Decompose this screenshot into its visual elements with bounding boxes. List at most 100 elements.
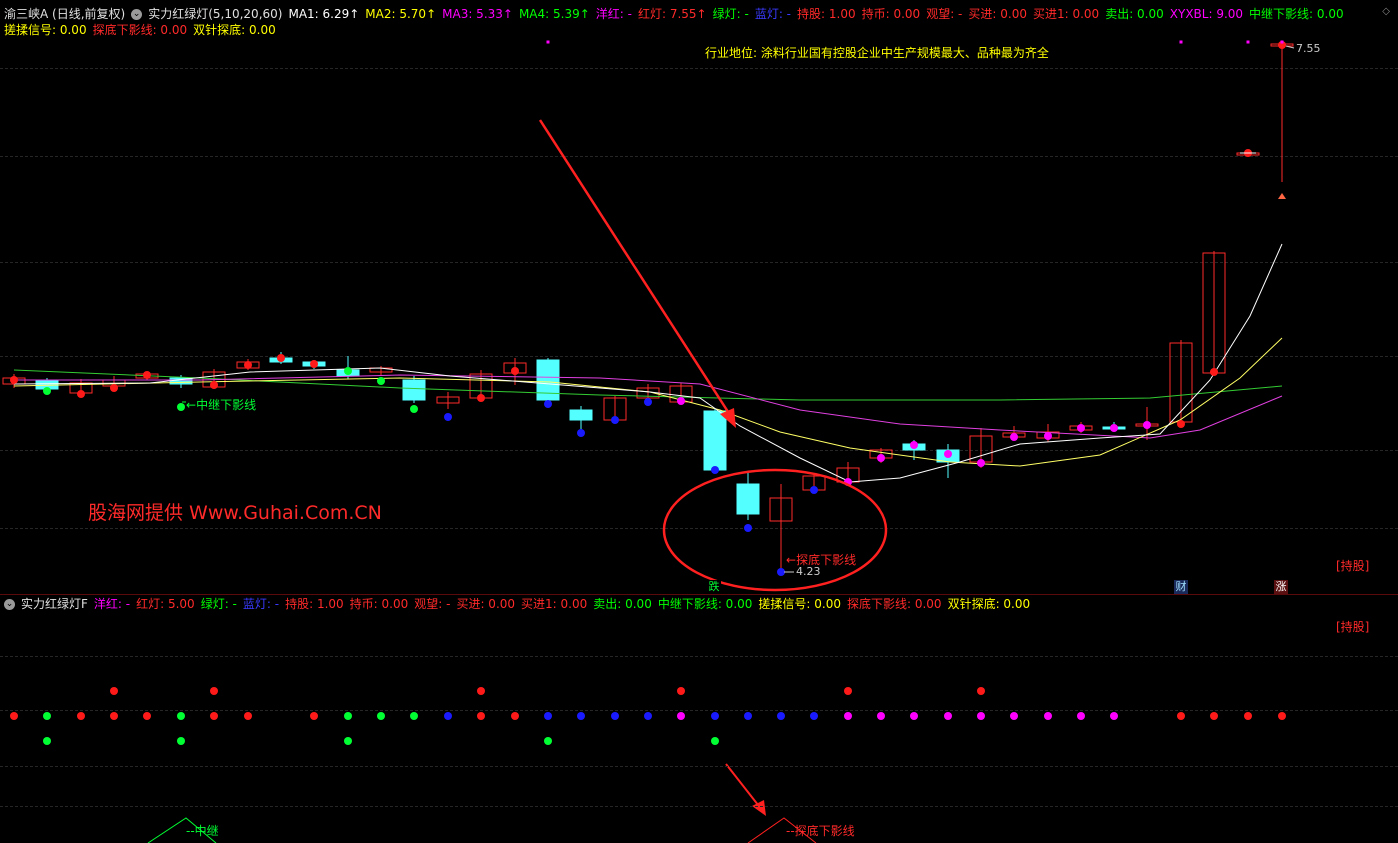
sub-value-0: 洋红: -	[93, 597, 131, 611]
blue-signal-dot	[810, 486, 818, 494]
candle-body	[703, 410, 727, 471]
magenta-signal-dot	[910, 441, 918, 449]
sub-mid-dot	[611, 712, 619, 720]
sub-mid-dot	[1044, 712, 1052, 720]
sub-value-7: 买进: 0.00	[456, 597, 516, 611]
sub-top-dot	[677, 687, 685, 695]
sub-low-dot	[711, 737, 719, 745]
sub-mid-dot	[810, 712, 818, 720]
magenta-signal-dot	[1110, 424, 1118, 432]
sub-low-dot	[344, 737, 352, 745]
chevron-down-icon[interactable]: ⌄	[4, 599, 15, 610]
magenta-signal-dot	[1044, 432, 1052, 440]
blue-signal-dot	[711, 466, 719, 474]
candle-body	[402, 379, 426, 401]
candle-body	[536, 359, 560, 401]
sub-top-dot	[477, 687, 485, 695]
red-signal-dot	[1177, 420, 1185, 428]
sub-mid-dot	[377, 712, 385, 720]
die-marker[interactable]: 跌	[707, 580, 721, 594]
magenta-signal-dot	[1010, 433, 1018, 441]
green-signal-dot	[410, 405, 418, 413]
sub-low-dot	[43, 737, 51, 745]
magenta-signal-dot	[977, 459, 985, 467]
sub-mid-dot	[877, 712, 885, 720]
sub-pane-title[interactable]: 实力红绿灯F	[21, 597, 88, 611]
sub-mid-dot	[344, 712, 352, 720]
relay-annotation: ←中继下影线	[186, 398, 257, 412]
magenta-signal-dot	[1143, 421, 1151, 429]
sub-value-4: 持股: 1.00	[285, 597, 344, 611]
sub-value-13: 双针探底: 0.00	[947, 597, 1031, 611]
sub-top-dot	[210, 687, 218, 695]
industry-note: 行业地位: 涂料行业国有控股企业中生产规模最大、品种最为齐全	[705, 46, 1049, 60]
sub-mid-dot	[477, 712, 485, 720]
cai-marker[interactable]: 财	[1174, 580, 1188, 594]
sub-mid-dot	[444, 712, 452, 720]
sub-arrow-head-icon	[752, 800, 766, 816]
green-signal-dot	[377, 377, 385, 385]
sub-mid-dot	[1010, 712, 1018, 720]
sub-holding-badge: [持股]	[1336, 620, 1370, 634]
candle-body	[736, 483, 760, 515]
sub-relay-label: --中继	[186, 824, 219, 838]
sub-mid-dot	[677, 712, 685, 720]
sub-value-9: 卖出: 0.00	[593, 597, 652, 611]
grid-line	[0, 806, 1398, 807]
sub-value-1: 红灯: 5.00	[136, 597, 195, 611]
red-signal-dot	[1210, 368, 1218, 376]
sub-mid-dot	[544, 712, 552, 720]
high-price-label: 7.55	[1296, 42, 1321, 55]
red-signal-dot	[244, 361, 252, 369]
sub-value-11: 搓揉信号: 0.00	[758, 597, 841, 611]
red-signal-dot	[310, 360, 318, 368]
bottom-annotation: ←探底下影线	[786, 553, 857, 567]
ma1-line	[13, 243, 1283, 483]
sub-mid-dot	[644, 712, 652, 720]
grid-line	[0, 710, 1398, 711]
top-marker	[546, 40, 550, 44]
sub-mid-dot	[1110, 712, 1118, 720]
sub-mid-dot	[1077, 712, 1085, 720]
sub-mid-dot	[1177, 712, 1185, 720]
watermark-text: 股海网提供 Www.Guhai.Com.CN	[88, 502, 382, 524]
blue-signal-dot	[577, 429, 585, 437]
grid-line	[0, 766, 1398, 767]
sub-annotation-arrow	[725, 763, 763, 811]
sub-mid-dot	[210, 712, 218, 720]
sub-bottom-label: --探底下影线	[786, 824, 855, 838]
red-signal-dot	[511, 367, 519, 375]
sub-mid-dot	[511, 712, 519, 720]
sub-relay-label-text: 中继	[194, 824, 219, 838]
sub-mid-dot	[43, 712, 51, 720]
sub-pane-header: ⌄ 实力红绿灯F 洋红: - 红灯: 5.00 绿灯: - 蓝灯: - 持股: 1.00 持币…	[4, 596, 1042, 612]
red-signal-dot	[277, 354, 285, 362]
zhang-marker[interactable]: 涨	[1274, 580, 1288, 594]
sub-value-2: 绿灯: -	[200, 597, 237, 611]
sub-mid-dot	[977, 712, 985, 720]
sub-low-dot	[177, 737, 185, 745]
blue-signal-dot	[544, 400, 552, 408]
red-signal-dot	[77, 390, 85, 398]
magenta-signal-dot	[877, 454, 885, 462]
sub-value-5: 持币: 0.00	[349, 597, 409, 611]
magenta-signal-dot	[677, 397, 685, 405]
sub-value-6: 观望: -	[414, 597, 451, 611]
sub-indicator-values: 洋红: - 红灯: 5.00 绿灯: - 蓝灯: - 持股: 1.00 持币: 0.00 观…	[94, 597, 1036, 611]
blue-signal-dot	[744, 524, 752, 532]
sub-mid-dot	[77, 712, 85, 720]
sub-mid-dot	[143, 712, 151, 720]
magenta-signal-dot	[944, 450, 952, 458]
kline-chart[interactable]	[0, 0, 1398, 843]
green-signal-dot	[344, 367, 352, 375]
sub-value-3: 蓝灯: -	[242, 597, 280, 611]
sub-mid-dot	[777, 712, 785, 720]
relay-annotation-text: 中继下影线	[196, 398, 257, 412]
sub-mid-dot	[110, 712, 118, 720]
grid-line	[0, 656, 1398, 657]
sub-mid-dot	[944, 712, 952, 720]
top-marker	[1280, 40, 1284, 44]
red-signal-dot	[110, 384, 118, 392]
blue-signal-dot	[444, 413, 452, 421]
sub-mid-dot	[244, 712, 252, 720]
